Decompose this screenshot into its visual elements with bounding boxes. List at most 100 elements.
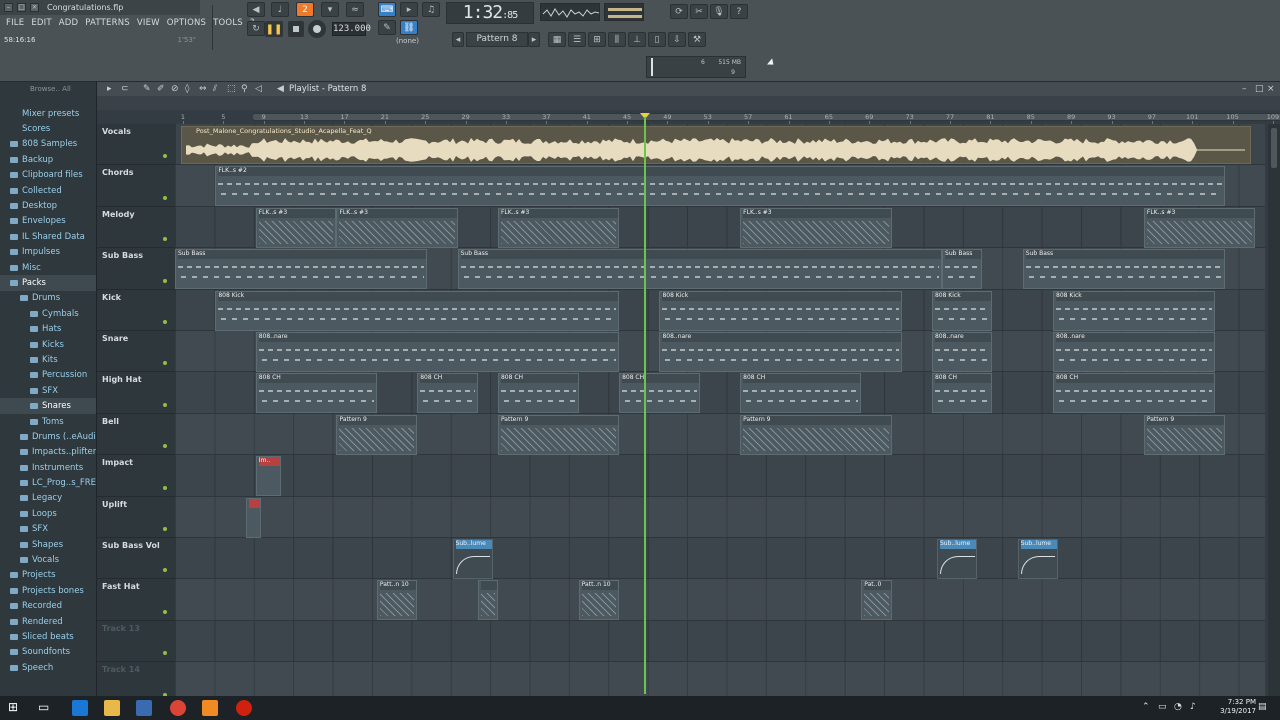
pattern-clip[interactable]: Sub Bass [942, 249, 983, 290]
track-header[interactable]: Sub Bass Vol [97, 538, 175, 580]
edge-icon[interactable] [72, 700, 88, 716]
pattern-clip[interactable]: FLK..s #2 [215, 166, 1225, 207]
chrome-icon[interactable] [170, 700, 186, 716]
browser-item[interactable]: Misc [0, 260, 96, 275]
playlist-lane[interactable] [175, 621, 1265, 663]
menu-add[interactable]: ADD [59, 18, 79, 28]
menu-file[interactable]: FILE [6, 18, 24, 28]
volume-icon[interactable]: ♪ [1190, 702, 1196, 712]
menu-options[interactable]: OPTIONS [167, 18, 206, 28]
track-header[interactable]: High Hat [97, 372, 175, 414]
track-led-icon[interactable] [163, 237, 167, 242]
pattern-clip[interactable]: Patt..n 10 [376, 580, 418, 621]
pattern-clip[interactable]: Pattern 9 [497, 414, 620, 455]
browser-item[interactable]: Envelopes [0, 214, 96, 229]
maximize-playlist-icon[interactable]: □ [1255, 84, 1264, 94]
playback-icon[interactable]: ◁ [255, 84, 262, 94]
browser-item[interactable]: Collected [0, 183, 96, 198]
minimize-icon[interactable]: – [4, 3, 13, 12]
loop-icon[interactable]: ↻ [247, 21, 265, 36]
menu-patterns[interactable]: PATTERNS [85, 18, 130, 28]
pattern-clip[interactable]: 808..nare [659, 332, 902, 372]
browser-item[interactable]: Impulses [0, 245, 96, 260]
horizontal-scrollbar[interactable] [253, 113, 1280, 121]
pattern-clip[interactable]: 808..nare [1053, 332, 1215, 372]
browser-item[interactable]: SFX [0, 522, 96, 537]
delete-icon[interactable]: ⊘ [171, 84, 179, 94]
piano-roll-icon[interactable]: ⊞ [588, 32, 606, 47]
track-led-icon[interactable] [163, 568, 167, 573]
track-led-icon[interactable] [163, 609, 167, 614]
zoom-icon[interactable]: ⚲ [241, 84, 248, 94]
menu-tools[interactable]: TOOLS [213, 18, 243, 28]
stop-button[interactable] [288, 21, 304, 37]
track-header[interactable]: Fast Hat [97, 579, 175, 621]
browser-item[interactable]: Loops [0, 506, 96, 521]
pattern-clip[interactable]: Sub..lume [1017, 539, 1059, 579]
pattern-clip[interactable]: FLK..s #3 [497, 207, 620, 248]
notifications-icon[interactable]: ▤ [1258, 702, 1267, 712]
pattern-clip[interactable]: Sub Bass [457, 249, 943, 290]
file-explorer-icon[interactable] [104, 700, 120, 716]
wait-record-icon[interactable]: ▾ [321, 2, 339, 17]
pattern-clip[interactable]: 808 CH [931, 373, 993, 414]
pattern-clip[interactable]: 808 Kick [659, 290, 902, 331]
close-playlist-icon[interactable]: × [1267, 84, 1275, 94]
browser-item[interactable]: Mixer presets [0, 106, 96, 121]
track-header[interactable]: Kick [97, 290, 175, 331]
browser-item[interactable]: Kits [0, 352, 96, 367]
pattern-clip[interactable]: Sub..lume [452, 539, 493, 579]
playlist-lane[interactable] [175, 538, 1265, 580]
draw-tool-icon[interactable]: ✎ [378, 20, 396, 35]
cut-icon[interactable]: ✂ [690, 4, 708, 19]
browser-item[interactable]: Impacts..plifters [0, 445, 96, 460]
pattern-prev-icon[interactable]: ◂ [452, 32, 464, 47]
browser-item[interactable]: Legacy [0, 491, 96, 506]
tempo-display[interactable]: 123.000 [332, 22, 371, 36]
browser-item[interactable]: Projects [0, 568, 96, 583]
fl-studio-icon[interactable] [202, 700, 218, 716]
browser-item[interactable]: Cymbals [0, 306, 96, 321]
browser-item[interactable]: Recorded [0, 599, 96, 614]
plugin-icon[interactable]: ⊥ [628, 32, 646, 47]
playlist-lane[interactable] [175, 497, 1265, 538]
track-led-icon[interactable] [163, 402, 167, 407]
pattern-clip[interactable]: FLK..s #3 [1143, 207, 1255, 248]
browser-item[interactable]: SFX [0, 383, 96, 398]
pattern-clip[interactable] [245, 497, 261, 538]
browser-header[interactable]: Browse.. All [0, 82, 96, 96]
slip-icon[interactable]: ⇔ [199, 84, 207, 94]
pattern-clip[interactable]: 808 Kick [931, 290, 993, 331]
pattern-clip[interactable]: Sub Bass [1022, 249, 1225, 290]
play-pause-button[interactable]: ❚❚ [265, 21, 283, 37]
brush-icon[interactable]: ✐ [157, 84, 165, 94]
browser-item[interactable]: Speech [0, 660, 96, 675]
microphone-icon[interactable]: 🎙 [710, 4, 728, 19]
browser-item[interactable]: LC_Prog..s_FREE [0, 475, 96, 490]
network-wifi-icon[interactable]: ◔ [1174, 702, 1182, 712]
pencil-icon[interactable]: ✎ [143, 84, 151, 94]
browser-item[interactable]: Hats [0, 321, 96, 336]
step-mode-button[interactable]: 2 [296, 2, 314, 17]
store-icon[interactable] [136, 700, 152, 716]
pattern-clip[interactable]: 808 CH [1053, 373, 1215, 414]
browser-item[interactable]: 808 Samples [0, 137, 96, 152]
network-icon[interactable]: ▭ [1158, 702, 1167, 712]
browser-item[interactable]: Packs [0, 275, 96, 291]
pattern-clip[interactable]: 808 CH [619, 373, 700, 414]
pattern-clip[interactable]: 808 CH [740, 373, 862, 414]
browser-item[interactable]: Rendered [0, 614, 96, 629]
file-icon[interactable]: ▯ [648, 32, 666, 47]
browser-item[interactable]: Clipboard files [0, 168, 96, 183]
pattern-clip[interactable]: 808 CH [417, 373, 478, 414]
browser-item[interactable]: Kicks [0, 337, 96, 352]
help-icon[interactable]: ? [730, 4, 748, 19]
close-icon[interactable]: × [30, 3, 39, 12]
timeline-ruler[interactable]: 1 5 9 13 17 21 25 29 33 37 41 45 49 53 57 61 65 69 73 77 81 8… [175, 96, 1280, 124]
pattern-clip[interactable]: Patt..n 10 [578, 580, 620, 621]
playlist-lane[interactable] [175, 455, 1265, 497]
pattern-clip[interactable]: Pattern 9 [1143, 414, 1225, 455]
pattern-clip[interactable]: 808 Kick [215, 290, 620, 331]
menu-view[interactable]: VIEW [137, 18, 160, 28]
pattern-clip[interactable]: FLK..s #3 [255, 207, 337, 248]
